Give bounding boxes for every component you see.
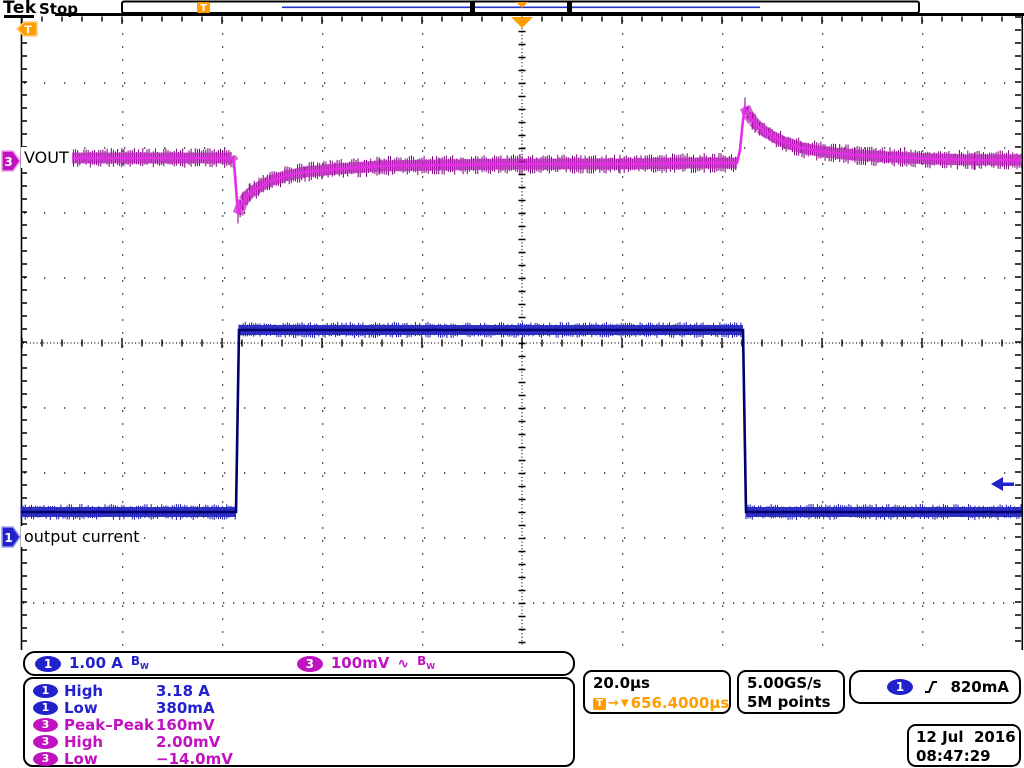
- trigger-box[interactable]: 1 820mA: [849, 670, 1021, 704]
- measurement-ch-badge: 1: [33, 684, 58, 698]
- measurement-value: −14.0mV: [156, 750, 233, 768]
- measurement-ch-badge: 3: [33, 752, 58, 766]
- timebase-box[interactable]: 20.0µs T → ▼ 656.4000µs: [583, 670, 731, 714]
- expansion-point-icon[interactable]: [511, 17, 533, 28]
- oscilloscope-screen: T T 3 1 Tek Stop VOUT output current 1 1…: [0, 0, 1024, 768]
- measurement-value: 380mA: [156, 699, 215, 717]
- tek-logo-underline: [4, 15, 34, 18]
- sample-rate: 5.00GS/s: [747, 674, 843, 693]
- acquisition-status: Stop: [39, 0, 78, 18]
- trigger-level-arrow[interactable]: [991, 477, 1014, 491]
- ch3-badge[interactable]: 3: [297, 656, 323, 672]
- measurements-panel[interactable]: 1 High 3.18 A 1 Low 380mA 3 Peak–Peak 16…: [23, 677, 575, 767]
- measurement-row: 3 Low −14.0mV: [33, 751, 573, 768]
- measurement-value: 160mV: [156, 716, 215, 734]
- ch3-marker-number: 3: [4, 155, 12, 169]
- measurement-ch-badge: 3: [33, 735, 58, 749]
- trigger-offscreen-letter: T: [24, 24, 32, 37]
- delay-marker-icon: ▼: [621, 698, 629, 709]
- measurement-label: High: [64, 682, 150, 700]
- delay-value: 656.4000µs: [631, 694, 730, 713]
- ch3-bandwidth-icon: BW: [417, 654, 435, 673]
- ch1-marker-number: 1: [4, 531, 12, 545]
- ch3-scale-value: 100mV: [331, 654, 390, 673]
- acquisition-box[interactable]: 5.00GS/s 5M points: [737, 670, 845, 714]
- measurement-label: Low: [64, 699, 150, 717]
- ch1-trace-label: output current: [21, 526, 143, 547]
- record-window-bracket-right[interactable]: [567, 1, 572, 13]
- measurement-value: 2.00mV: [156, 733, 220, 751]
- ch1-badge[interactable]: 1: [35, 656, 61, 672]
- measurement-ch-badge: 1: [33, 701, 58, 715]
- ch1-scale-value: 1.00 A: [69, 654, 123, 673]
- trigger-source-badge: 1: [887, 679, 913, 695]
- record-length: 5M points: [747, 693, 843, 712]
- measurement-label: Peak–Peak: [64, 716, 150, 734]
- rising-edge-icon: [923, 679, 939, 695]
- record-trigger-t-letter: T: [200, 3, 207, 14]
- delay-arrow-icon: →: [608, 696, 619, 711]
- measurement-row: 3 High 2.00mV: [33, 734, 573, 751]
- record-window-bracket-left[interactable]: [470, 1, 475, 13]
- delay-t-icon: T: [593, 698, 606, 710]
- ch3-trace-label: VOUT: [21, 147, 72, 168]
- trigger-level-value: 820mA: [950, 678, 1009, 697]
- measurement-row: 1 Low 380mA: [33, 699, 573, 716]
- screen-markers: T 3 1: [2, 17, 1014, 547]
- measurement-row: 3 Peak–Peak 160mV: [33, 716, 573, 733]
- datetime-box: 12 Jul 2016 08:47:29: [907, 724, 1021, 767]
- trigger-delay-readout: T → ▼ 656.4000µs: [593, 694, 729, 713]
- channel-scale-bar[interactable]: 1 1.00 A BW 3 100mV ∿ BW: [23, 651, 575, 676]
- ch3-ac-coupling-icon: ∿: [397, 656, 409, 672]
- measurement-value: 3.18 A: [156, 682, 210, 700]
- date-value: 12 Jul 2016: [916, 728, 1019, 747]
- timebase-scale: 20.0µs: [593, 674, 729, 693]
- measurement-label: Low: [64, 750, 150, 768]
- measurement-ch-badge: 3: [33, 718, 58, 732]
- measurement-label: High: [64, 733, 150, 751]
- ch1-bandwidth-icon: BW: [131, 654, 149, 673]
- record-view-bar[interactable]: T: [122, 1, 919, 14]
- measurement-row: 1 High 3.18 A: [33, 682, 573, 699]
- time-value: 08:47:29: [916, 747, 1019, 766]
